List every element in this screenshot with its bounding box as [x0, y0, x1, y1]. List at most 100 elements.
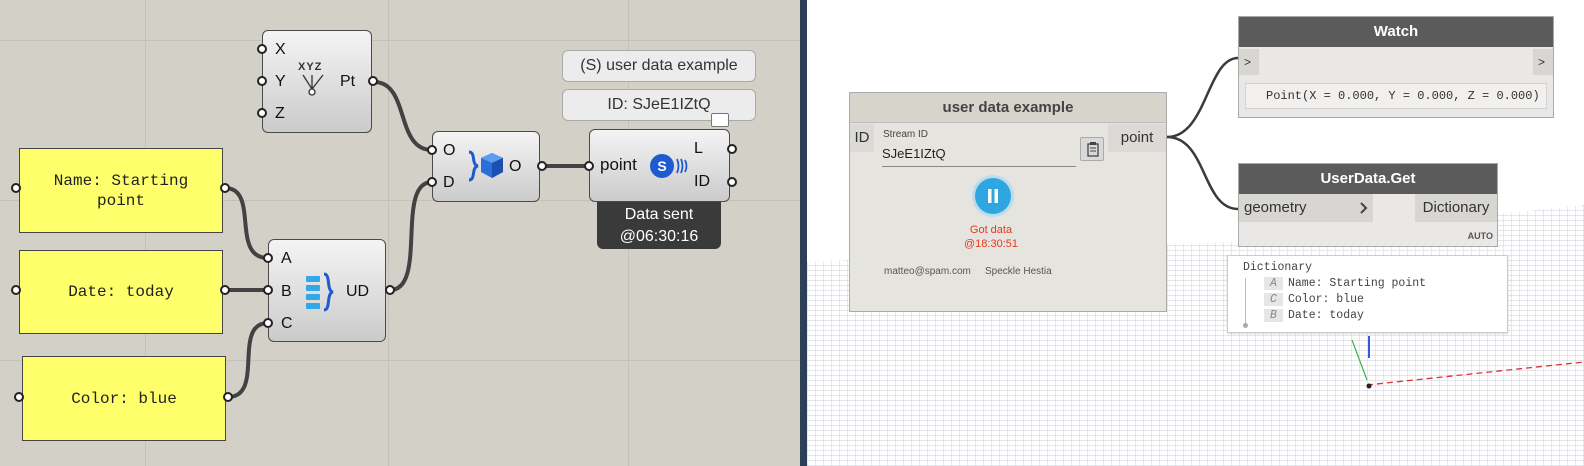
geometry-input-port[interactable]: geometry [1239, 194, 1373, 222]
xyz-point-icon: XYZ [295, 61, 331, 97]
output-point-port[interactable]: point [1108, 124, 1166, 152]
origin-point [1366, 383, 1372, 389]
entry-key-badge: C [1264, 293, 1283, 306]
wire-name-to-a [223, 186, 270, 260]
input-d-label: D [443, 174, 455, 191]
port-panel-name-in[interactable] [11, 183, 21, 193]
dictionary-preview-title: Dictionary [1243, 261, 1313, 274]
speckle-sender-component[interactable]: point L ID S [589, 129, 730, 202]
port-panel-color-in[interactable] [14, 392, 24, 402]
tree-end-dot [1243, 323, 1248, 328]
port-panel-color-out[interactable] [223, 392, 233, 402]
account-email: matteo@spam.com [884, 266, 971, 277]
wire-pt-to-o [372, 80, 434, 152]
receiver-node-title: user data example [850, 93, 1166, 123]
watch-input-port[interactable]: > [1239, 49, 1259, 75]
wire-ud-to-d [388, 180, 434, 292]
output-l-label: L [694, 140, 703, 157]
port-z[interactable] [257, 108, 267, 118]
input-c-label: C [281, 315, 293, 332]
clipboard-icon [1087, 142, 1099, 157]
panel-date-text: Date: today [68, 283, 174, 301]
paste-clipboard-button[interactable] [1080, 137, 1104, 161]
dynamo-canvas[interactable]: user data example ID point Stream ID SJe… [807, 0, 1584, 466]
input-y-label: Y [275, 73, 286, 90]
receive-status-line2: @18:30:51 [964, 238, 1018, 250]
data-sent-status: Data sent @06:30:16 [597, 202, 721, 249]
watch-value: Point(X = 0.000, Y = 0.000, Z = 0.000) [1245, 83, 1547, 109]
port-d-in[interactable] [427, 177, 437, 187]
input-b-label: B [281, 283, 292, 300]
chevron-right-icon [1360, 202, 1368, 214]
pane-divider[interactable] [800, 0, 807, 466]
entry-value: Color: blue [1288, 293, 1364, 306]
port-o-out[interactable] [537, 161, 547, 171]
tree-line [1245, 278, 1246, 325]
receive-status-line1: Got data [969, 224, 1013, 236]
data-sent-line1: Data sent [624, 206, 694, 223]
receive-status: Got data @18:30:51 [964, 223, 1018, 251]
input-x-label: X [275, 41, 286, 58]
pause-button[interactable] [975, 178, 1011, 214]
port-ud[interactable] [385, 285, 395, 295]
panel-name[interactable]: Name: Starting point [19, 148, 223, 233]
userdata-component[interactable]: A B C UD [268, 239, 386, 342]
port-id-out[interactable] [727, 177, 737, 187]
output-pt-label: Pt [340, 73, 356, 90]
output-o-label: O [509, 158, 522, 175]
input-z-label: Z [275, 105, 285, 122]
port-pt[interactable] [368, 76, 378, 86]
entry-value: Date: today [1288, 309, 1364, 322]
port-x[interactable] [257, 44, 267, 54]
speckle-logo-icon: S [650, 154, 688, 178]
watch-node[interactable]: Watch > > Point(X = 0.000, Y = 0.000, Z … [1238, 16, 1554, 118]
port-panel-date-out[interactable] [220, 285, 230, 295]
port-b[interactable] [263, 285, 273, 295]
construct-point-component[interactable]: X Y Z Pt XYZ [262, 30, 372, 133]
port-a[interactable] [263, 253, 273, 263]
dictionary-output-port[interactable]: Dictionary [1415, 194, 1497, 222]
stream-id-caption: Stream ID [883, 129, 929, 140]
port-o-in[interactable] [427, 145, 437, 155]
input-id-port[interactable]: ID [850, 124, 874, 152]
panel-color[interactable]: Color: blue [22, 356, 226, 441]
port-c[interactable] [263, 318, 273, 328]
panel-date[interactable]: Date: today [19, 250, 223, 334]
server-name: Speckle Hestia [985, 266, 1052, 277]
panel-name-line2: point [96, 191, 145, 210]
attach-data-icon [468, 150, 503, 182]
wire-point-to-userdata [1166, 135, 1239, 211]
port-panel-date-in[interactable] [11, 285, 21, 295]
port-point-in[interactable] [584, 161, 594, 171]
entry-key-badge: A [1264, 277, 1283, 290]
port-panel-name-out[interactable] [220, 183, 230, 193]
port-y[interactable] [257, 76, 267, 86]
userdata-get-node[interactable]: UserData.Get geometry Dictionary AUTO [1238, 163, 1498, 247]
panel-name-line1: Name: Starting [53, 171, 189, 190]
data-sent-line2: @06:30:16 [619, 228, 699, 245]
input-a-label: A [281, 250, 292, 267]
attach-userdata-component[interactable]: O D O [432, 131, 540, 202]
userdata-icon [306, 272, 334, 312]
panel-color-text: Color: blue [71, 389, 177, 408]
svg-text:S: S [657, 158, 666, 174]
wire-color-to-c [226, 321, 270, 399]
dictionary-entry: B Date: today [1264, 309, 1364, 322]
input-o-label: O [443, 142, 456, 159]
stream-name-label: (S) user data example [562, 50, 756, 82]
userdata-get-node-title: UserData.Get [1239, 164, 1497, 194]
watch-node-title: Watch [1239, 17, 1553, 47]
dictionary-entry: C Color: blue [1264, 293, 1364, 306]
grasshopper-canvas[interactable]: X Y Z Pt XYZ Name: Starting point Date: t… [0, 0, 803, 466]
stream-id-field[interactable]: SJeE1IZtQ [882, 143, 1076, 167]
watch-output-port[interactable]: > [1533, 49, 1553, 75]
port-l-out[interactable] [727, 144, 737, 154]
speech-bubble-icon [711, 113, 729, 127]
output-ud-label: UD [346, 283, 370, 300]
wire-point-to-watch [1166, 56, 1239, 139]
receiver-node[interactable]: user data example ID point Stream ID SJe… [849, 92, 1167, 312]
lacing-badge[interactable]: AUTO [1468, 231, 1493, 241]
dictionary-entry: A Name: Starting point [1264, 277, 1426, 290]
entry-value: Name: Starting point [1288, 277, 1427, 290]
pause-icon [988, 189, 998, 203]
